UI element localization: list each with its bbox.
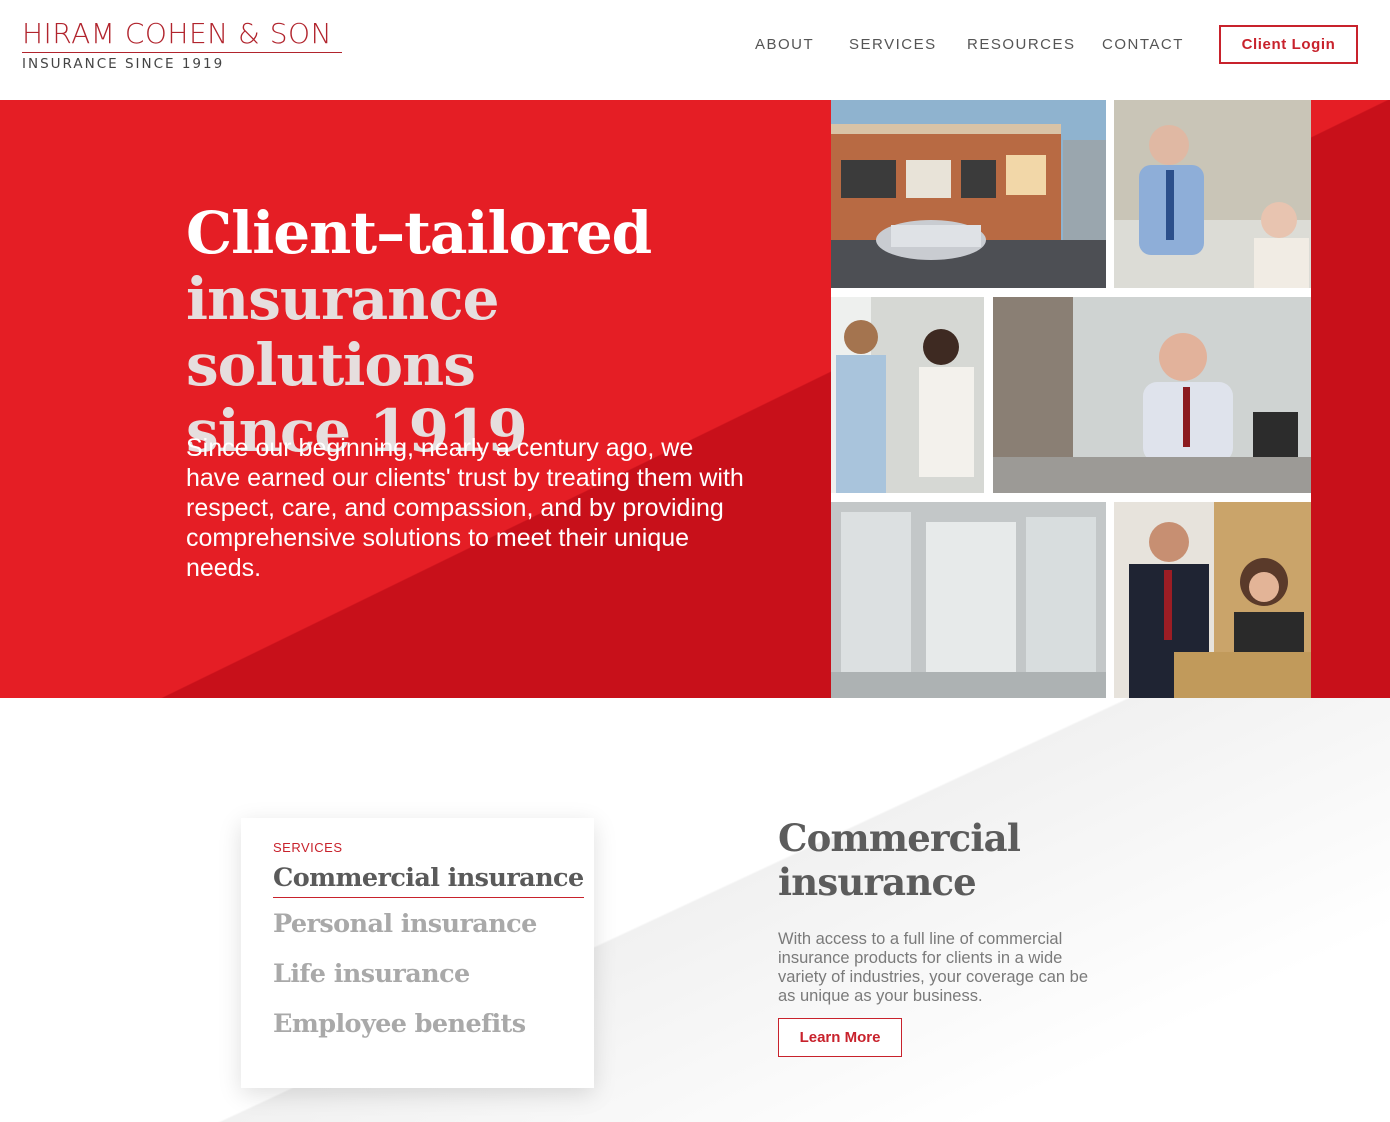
employee-desk-photo [1114, 100, 1311, 288]
hero-section: Client–tailored insurance solutions sinc… [0, 100, 1390, 698]
client-login-button[interactable]: Client Login [1219, 25, 1358, 64]
services-label: SERVICES [273, 840, 343, 855]
nav-contact[interactable]: CONTACT [1102, 36, 1184, 53]
company-logo[interactable]: HIRAM COHEN & SON INSURANCE SINCE 1919 [22, 18, 344, 72]
staff-portrait-photo [1114, 502, 1311, 698]
nav-services[interactable]: SERVICES [849, 36, 937, 53]
nav-about[interactable]: ABOUT [755, 36, 814, 53]
services-menu-card: SERVICES Commercial insurance Personal i… [241, 818, 594, 1088]
team-meeting-photo [993, 297, 1311, 493]
service-tab-life[interactable]: Life insurance [273, 959, 562, 989]
service-detail-title-line-2: insurance [778, 860, 977, 904]
logo-divider [22, 52, 342, 53]
service-tab-commercial[interactable]: Commercial insurance [273, 863, 584, 898]
office-building-photo [831, 100, 1106, 288]
service-tab-employee-benefits[interactable]: Employee benefits [273, 1009, 562, 1039]
agents-talking-photo [831, 297, 984, 493]
nav-resources[interactable]: RESOURCES [967, 36, 1076, 53]
glass-awards-photo [831, 502, 1106, 698]
logo-name: HIRAM COHEN & SON [22, 17, 333, 50]
hero-title-line-1: Client–tailored [186, 199, 652, 267]
section-diagonal-shade [0, 698, 1390, 1122]
service-detail-title: Commercial insurance [778, 816, 1098, 904]
services-section: SERVICES Commercial insurance Personal i… [0, 698, 1390, 1122]
hero-description: Since our beginning, nearly a century ag… [186, 434, 744, 582]
service-tab-personal[interactable]: Personal insurance [273, 909, 562, 939]
service-detail-description: With access to a full line of commercial… [778, 930, 1088, 1005]
site-header: HIRAM COHEN & SON INSURANCE SINCE 1919 A… [0, 0, 1390, 100]
service-detail: Commercial insurance With access to a fu… [778, 816, 1098, 1057]
learn-more-button[interactable]: Learn More [778, 1018, 902, 1057]
hero-title-line-2: insurance solutions [186, 265, 500, 399]
hero-title: Client–tailored insurance solutions sinc… [186, 200, 746, 464]
logo-tagline: INSURANCE SINCE 1919 [22, 56, 225, 72]
service-detail-title-line-1: Commercial [778, 816, 1021, 860]
